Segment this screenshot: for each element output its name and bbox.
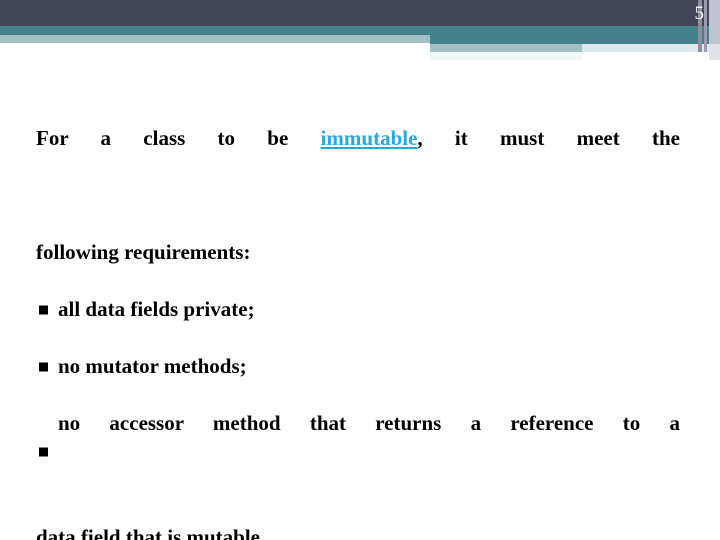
square-bullet-icon [39,305,48,314]
list-item-label: no mutator methods; [58,354,247,378]
header-vertical-strip-2 [704,0,707,52]
header-band-faint [430,52,582,60]
square-bullet-icon [39,362,48,371]
intro-text-before-link: For a class to be [36,126,321,150]
header-band-teal-full [0,26,720,35]
requirements-list: all data fields private; no mutator meth… [36,281,680,509]
header-band-light-right [430,44,582,52]
header-band-teal-right [430,35,720,44]
header-vertical-strip-3 [709,0,720,44]
header-band-light-left [0,35,430,43]
header-banner [0,0,720,62]
slide-canvas: 5 For a class to be immutable, it must m… [0,0,720,540]
list-item: no accessor method that returns a refere… [36,395,680,509]
immutable-link[interactable]: immutable [321,126,418,150]
closing-line: data field that is mutable. [36,525,266,540]
list-item: all data fields private; [36,281,680,338]
slide-body: For a class to be immutable, it must mee… [36,110,680,540]
list-item-label: all data fields private; [58,297,255,321]
intro-paragraph: For a class to be immutable, it must mee… [36,110,680,224]
square-bullet-icon [39,447,48,457]
list-item: no mutator methods; [36,338,680,395]
list-item-label: no accessor method that returns a refere… [58,411,680,435]
header-band-dark [0,0,720,26]
page-number: 5 [694,3,705,24]
intro-paragraph-line-2: following requirements: [36,240,251,264]
header-vertical-strip-4 [709,44,720,60]
intro-text-after-link: , it must meet the [417,126,680,150]
